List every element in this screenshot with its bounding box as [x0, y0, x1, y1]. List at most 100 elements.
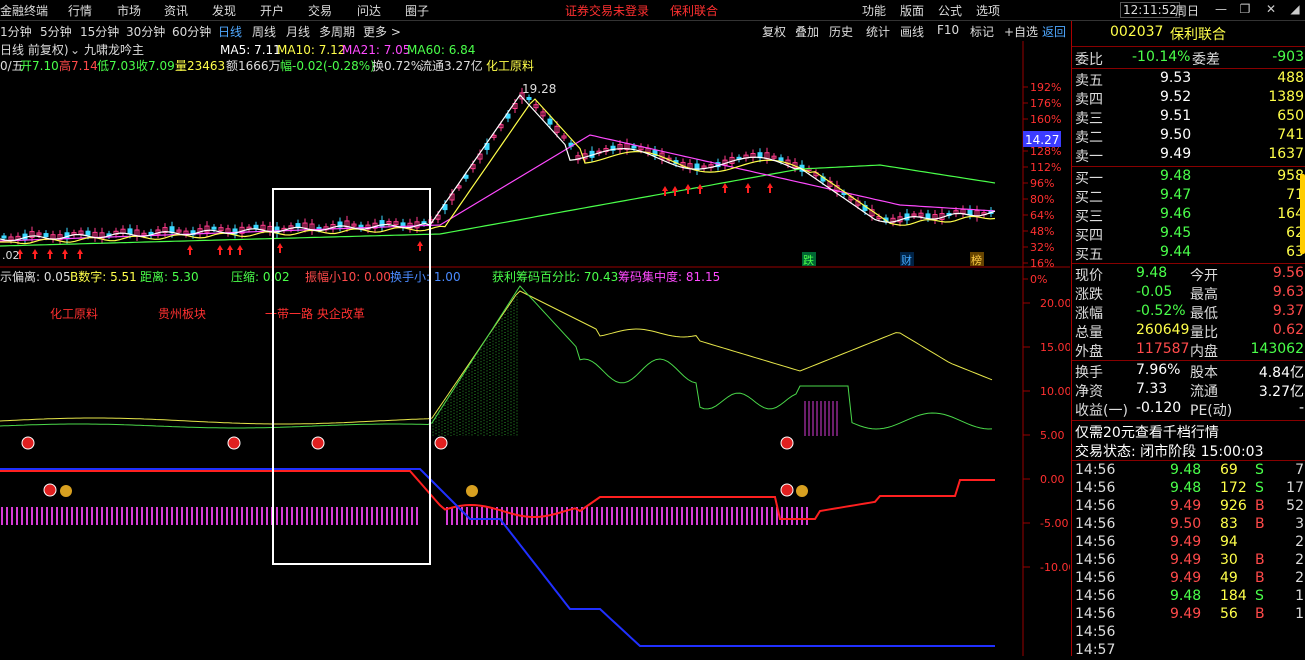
tool-mark[interactable]: 标记: [970, 23, 994, 40]
clock: 12:11:52: [1120, 2, 1180, 18]
tool-history[interactable]: 历史: [829, 23, 853, 40]
stat-label: 换手: [1075, 365, 1103, 381]
stat-value: 0.62: [1272, 322, 1304, 338]
tool-fuquan[interactable]: 复权: [762, 23, 786, 40]
menu-news[interactable]: 资讯: [164, 2, 188, 19]
bid-price: 9.46: [1160, 206, 1192, 222]
stat-value: 9.56: [1272, 265, 1304, 281]
tool-overlay[interactable]: 叠加: [795, 23, 819, 40]
indicator-name[interactable]: 九啸龙吟主: [84, 42, 144, 57]
period-daily[interactable]: 日线: [218, 23, 242, 40]
huoli-value: 获利筹码百分比: 70.43: [492, 270, 618, 284]
menu-discover[interactable]: 发现: [212, 2, 236, 19]
event-label-die[interactable]: 跌: [803, 253, 814, 267]
tick-side: B: [1255, 516, 1265, 532]
period-weekly[interactable]: 周线: [252, 23, 276, 40]
bid-label: 买四: [1075, 228, 1103, 244]
menu-trade[interactable]: 交易: [308, 2, 332, 19]
stat-value: 143062: [1250, 341, 1304, 357]
pct-tick-label: 64%: [1030, 209, 1054, 222]
ind-tick-label: 10.00: [1040, 385, 1070, 398]
menu-function[interactable]: 功能: [862, 2, 886, 19]
ask-label: 卖二: [1075, 130, 1103, 146]
dropdown-icon[interactable]: ⌄: [70, 43, 80, 57]
tick-side: B: [1255, 552, 1265, 568]
close-icon[interactable]: ✕: [1262, 2, 1280, 17]
period-60min[interactable]: 60分钟: [172, 23, 211, 40]
period-monthly[interactable]: 月线: [286, 23, 310, 40]
tool-add-watchlist[interactable]: +自选: [1004, 23, 1038, 40]
tick-count: 7: [1295, 462, 1304, 478]
change-value: 幅-0.02(-0.28%): [280, 58, 375, 73]
chart-area[interactable]: 日线 前复权) ⌄ 九啸龙吟主 MA5: 7.11 MA10: 7.12 MA2…: [0, 41, 1075, 656]
restore-icon[interactable]: ❐: [1236, 2, 1254, 17]
scrollbar-handle[interactable]: [1300, 174, 1305, 254]
signal-dot-icon: [227, 436, 241, 450]
menu-open-account[interactable]: 开户: [260, 2, 284, 19]
period-30min[interactable]: 30分钟: [126, 23, 165, 40]
buy-arrow-icon: [722, 183, 728, 193]
stat-value: 4.84亿: [1258, 365, 1304, 381]
tick-count: 2: [1295, 534, 1304, 550]
bid-price: 9.44: [1160, 244, 1192, 260]
chart-canvas[interactable]: 日线 前复权) ⌄ 九啸龙吟主 MA5: 7.11 MA10: 7.12 MA2…: [0, 41, 1075, 656]
pct-tick-label: 192%: [1030, 81, 1061, 94]
sector-label: 化工原料: [486, 59, 534, 73]
tick-time: 14:56: [1075, 570, 1116, 586]
buy-arrow-icon: [227, 245, 233, 255]
tool-stats[interactable]: 统计: [866, 23, 890, 40]
period-15min[interactable]: 15分钟: [80, 23, 119, 40]
menu-options[interactable]: 选项: [976, 2, 1000, 19]
signal-dot-icon: [780, 483, 794, 497]
tick-volume: 184: [1220, 588, 1247, 604]
candle-body: [379, 220, 385, 228]
event-label-bang[interactable]: 榜: [971, 253, 982, 267]
tool-draw[interactable]: 画线: [900, 23, 924, 40]
tick-time: 14:56: [1075, 552, 1116, 568]
ask-label: 卖四: [1075, 92, 1103, 108]
tick-side: B: [1255, 570, 1265, 586]
buy-arrow-icon: [187, 245, 193, 255]
ind-tick-label: 0.00: [1040, 473, 1065, 486]
ask-volume: 1637: [1268, 146, 1304, 162]
tool-f10[interactable]: F10: [937, 23, 959, 37]
stat-value: 7.33: [1136, 381, 1168, 397]
menu-circle[interactable]: 圈子: [405, 2, 429, 19]
promo-text[interactable]: 仅需20元查看千档行情: [1075, 422, 1219, 442]
bid-price: 9.47: [1160, 187, 1192, 203]
buy-arrow-icon: [745, 183, 751, 193]
menu-wenda[interactable]: 问达: [357, 2, 381, 19]
ask-label: 卖五: [1075, 73, 1103, 89]
menu-terminal[interactable]: 金融终端: [0, 2, 48, 19]
buy-arrow-icon: [697, 184, 703, 194]
menu-formula[interactable]: 公式: [938, 2, 962, 19]
ind-tick-label: 20.00: [1040, 297, 1070, 310]
ma21-value: MA21: 7.05: [342, 43, 410, 57]
ind-tick-label: 15.00: [1040, 341, 1070, 354]
period-5min[interactable]: 5分钟: [40, 23, 72, 40]
stat-value: 117587: [1136, 341, 1190, 357]
pct-tick-label: 0%: [1030, 273, 1047, 286]
yasuo-value: 压缩: 0.02: [231, 269, 290, 284]
tick-volume: 69: [1220, 462, 1238, 478]
menu-layout[interactable]: 版面: [900, 2, 924, 19]
ind-tick-label: -5.00: [1040, 517, 1068, 530]
ind-tick-label: -10.00: [1040, 561, 1070, 574]
login-alert[interactable]: 证券交易未登录: [565, 2, 649, 19]
trade-status: 交易状态: 闭市阶段 15:00:03: [1075, 444, 1264, 460]
period-1min[interactable]: 1分钟: [0, 23, 32, 40]
peak-label: 19.28: [522, 82, 556, 96]
event-label-cai[interactable]: 财: [901, 253, 912, 267]
pct-tick-label: 80%: [1030, 193, 1054, 206]
pct-tick-label: 32%: [1030, 241, 1054, 254]
resize-icon[interactable]: ◢: [1286, 2, 1304, 17]
ask-price: 9.52: [1160, 89, 1192, 105]
stat-label: 涨跌: [1075, 287, 1103, 303]
minimize-icon[interactable]: —: [1212, 2, 1230, 17]
menu-quotes[interactable]: 行情: [68, 2, 92, 19]
menu-market[interactable]: 市场: [117, 2, 141, 19]
tool-back[interactable]: 返回: [1042, 23, 1066, 40]
stat-value: -: [1298, 400, 1304, 416]
period-multi[interactable]: 多周期: [319, 23, 355, 40]
period-more[interactable]: 更多 >: [363, 23, 401, 40]
